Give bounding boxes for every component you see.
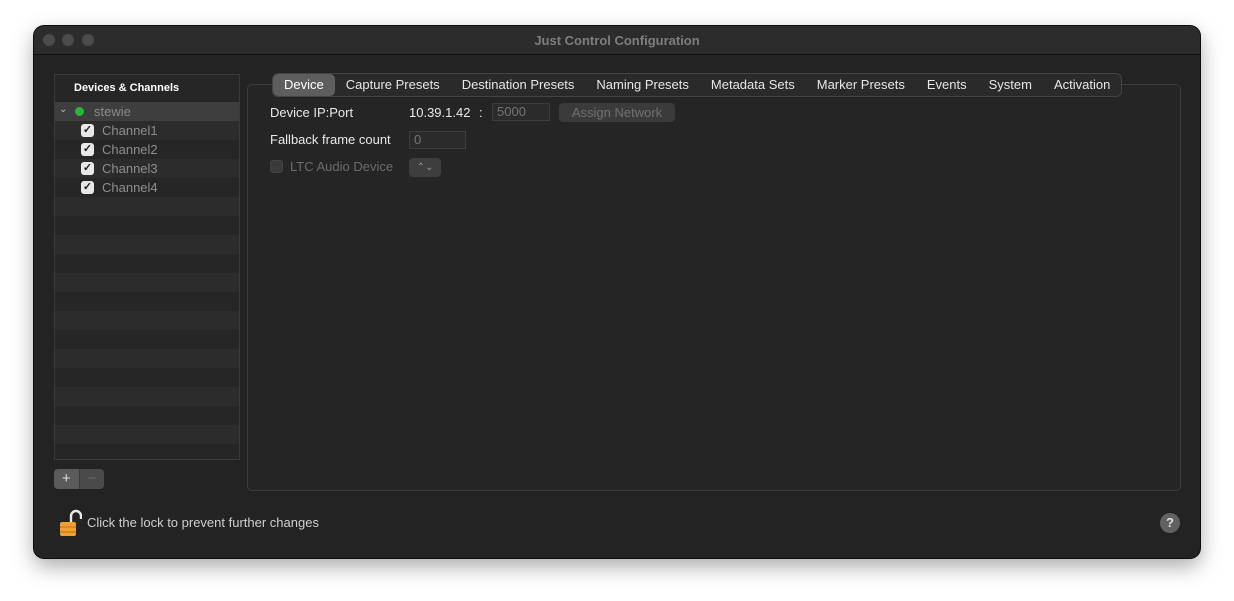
- channel-checkbox[interactable]: ✓: [81, 181, 94, 194]
- tab-capture-presets[interactable]: Capture Presets: [335, 74, 451, 96]
- tab-marker-presets[interactable]: Marker Presets: [806, 74, 916, 96]
- empty-row: [55, 311, 239, 330]
- channel-checkbox[interactable]: ✓: [81, 162, 94, 175]
- add-remove-control: + −: [54, 469, 104, 489]
- tab-system[interactable]: System: [978, 74, 1043, 96]
- device-name: stewie: [94, 104, 131, 119]
- device-ip-value: 10.39.1.42: [409, 105, 471, 120]
- tab-naming-presets[interactable]: Naming Presets: [585, 74, 699, 96]
- updown-chevron-icon: ⌃⌄: [416, 162, 434, 173]
- ltc-audio-device-popup[interactable]: ⌃⌄: [409, 158, 441, 177]
- add-button[interactable]: +: [54, 469, 79, 489]
- empty-row: [55, 368, 239, 387]
- empty-row: [55, 273, 239, 292]
- empty-row: [55, 254, 239, 273]
- empty-row: [55, 349, 239, 368]
- tab-bar: Device Capture Presets Destination Prese…: [272, 73, 1123, 97]
- devices-channels-list[interactable]: Devices & Channels ⌄ stewie ✓ Channel1 ✓…: [54, 74, 240, 460]
- channel-checkbox[interactable]: ✓: [81, 124, 94, 137]
- ip-port-separator: :: [479, 105, 483, 120]
- window-title: Just Control Configuration: [534, 33, 700, 48]
- tab-activation[interactable]: Activation: [1043, 74, 1121, 96]
- empty-row: [55, 216, 239, 235]
- empty-row: [55, 197, 239, 216]
- remove-button[interactable]: −: [78, 469, 104, 489]
- empty-row: [55, 406, 239, 425]
- empty-row: [55, 444, 239, 463]
- port-input[interactable]: [492, 103, 550, 121]
- channel-row[interactable]: ✓ Channel3: [55, 159, 239, 178]
- tab-events[interactable]: Events: [916, 74, 978, 96]
- empty-row: [55, 387, 239, 406]
- title-bar: Just Control Configuration: [34, 26, 1200, 55]
- empty-row: [55, 425, 239, 444]
- device-row[interactable]: ⌄ stewie: [55, 102, 239, 121]
- channel-checkbox[interactable]: ✓: [81, 143, 94, 156]
- unlocked-padlock-icon[interactable]: [58, 508, 82, 538]
- empty-row: [55, 292, 239, 311]
- empty-row: [55, 235, 239, 254]
- channel-label: Channel2: [102, 142, 158, 157]
- ltc-audio-device-label: LTC Audio Device: [290, 159, 394, 174]
- tab-destination-presets[interactable]: Destination Presets: [451, 74, 586, 96]
- assign-network-button[interactable]: Assign Network: [559, 103, 675, 122]
- device-ip-label: Device IP:Port: [270, 105, 354, 120]
- empty-row: [55, 330, 239, 349]
- channel-label: Channel3: [102, 161, 158, 176]
- chevron-down-icon[interactable]: ⌄: [59, 104, 69, 115]
- lock-status-text: Click the lock to prevent further change…: [87, 515, 319, 530]
- fallback-frame-count-input[interactable]: [409, 131, 466, 149]
- tab-device[interactable]: Device: [273, 74, 335, 96]
- fallback-frame-count-label: Fallback frame count: [270, 132, 391, 147]
- tab-metadata-sets[interactable]: Metadata Sets: [700, 74, 806, 96]
- channel-row[interactable]: ✓ Channel1: [55, 121, 239, 140]
- channel-row[interactable]: ✓ Channel4: [55, 178, 239, 197]
- status-dot-icon: [75, 107, 84, 116]
- channel-row[interactable]: ✓ Channel2: [55, 140, 239, 159]
- channel-label: Channel1: [102, 123, 158, 138]
- configuration-window: Just Control Configuration Devices & Cha…: [34, 26, 1200, 558]
- channel-label: Channel4: [102, 180, 158, 195]
- ltc-audio-device-checkbox[interactable]: [270, 160, 283, 173]
- sidebar-header: Devices & Channels: [55, 75, 239, 102]
- help-button[interactable]: ?: [1160, 513, 1180, 533]
